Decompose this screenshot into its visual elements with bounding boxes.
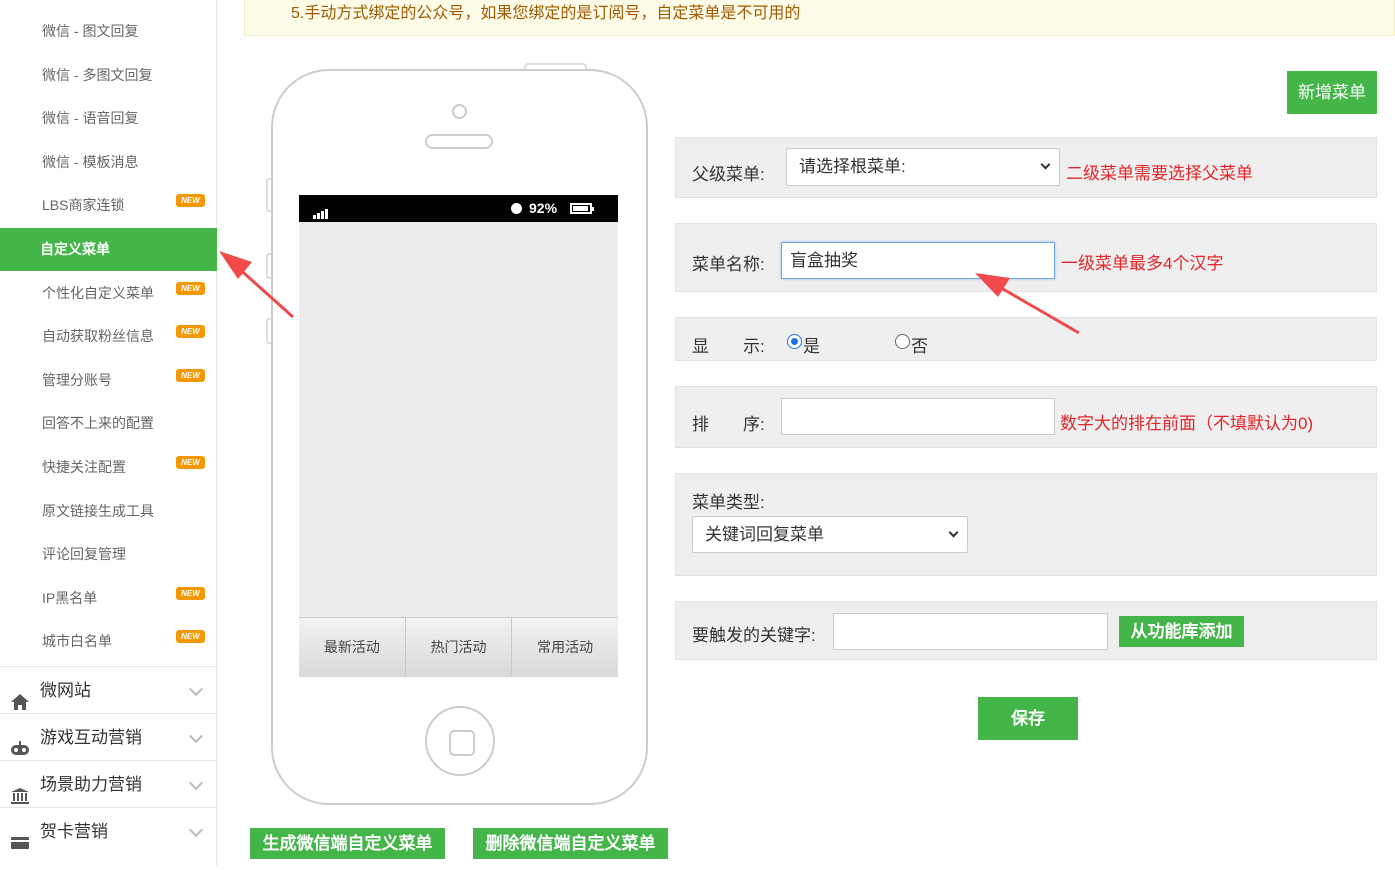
- arrow-icon: [219, 251, 295, 319]
- arrow-icon: [975, 273, 1080, 335]
- annotation-arrows: [219, 251, 1080, 335]
